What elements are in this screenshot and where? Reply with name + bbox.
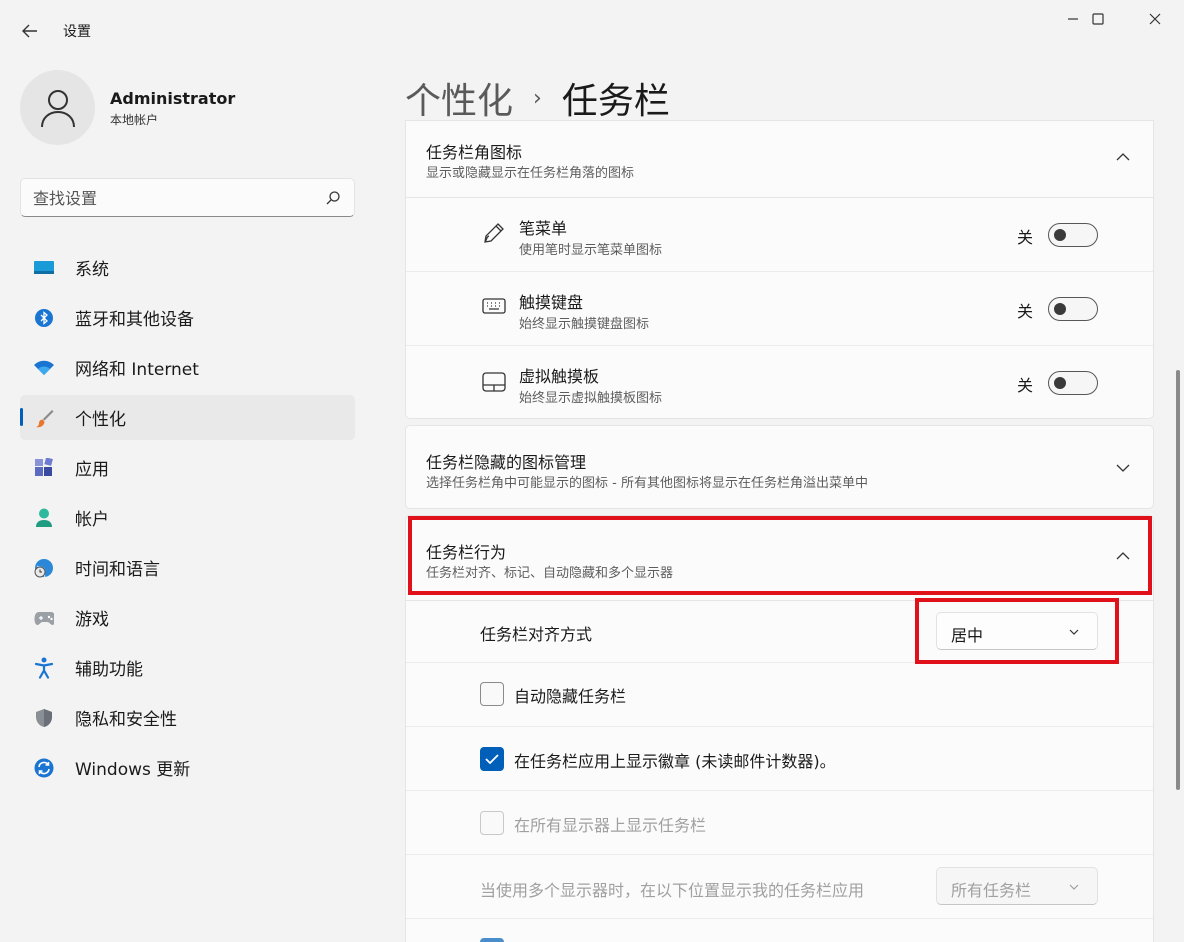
wifi-icon (34, 358, 54, 378)
corner-icons-header[interactable]: 任务栏角图标 显示或隐藏显示在任务栏角落的图标 (406, 121, 1153, 197)
sidebar-item-bluetooth[interactable]: 蓝牙和其他设备 (20, 295, 355, 340)
scrollbar[interactable] (1176, 370, 1180, 790)
sidebar-item-windows-update[interactable]: Windows 更新 (20, 745, 355, 790)
sidebar-item-time-language[interactable]: 时间和语言 (20, 545, 355, 590)
alignment-row: 任务栏对齐方式 居中 (406, 601, 1153, 662)
accessibility-icon (34, 657, 54, 679)
all-displays-row: 在所有显示器上显示任务栏 (406, 791, 1153, 854)
breadcrumb-parent[interactable]: 个性化 (405, 72, 513, 124)
touch-keyboard-state: 关 (1016, 302, 1033, 321)
update-icon (34, 758, 54, 778)
account-icon (34, 508, 54, 528)
touch-keyboard-title: 触摸键盘 (519, 293, 584, 312)
all-displays-label: 在所有显示器上显示任务栏 (514, 816, 707, 835)
chevron-up-icon (1116, 153, 1130, 161)
chevron-down-icon (1069, 629, 1079, 635)
multi-display-label: 当使用多个显示器时，在以下位置显示我的任务栏应用 (480, 881, 865, 900)
avatar[interactable] (20, 70, 95, 145)
hidden-icons-desc: 选择任务栏角中可能显示的图标 - 所有其他图标将显示在任务栏角溢出菜单中 (426, 476, 868, 491)
bluetooth-icon (34, 308, 54, 328)
badges-label: 在任务栏应用上显示徽章 (未读邮件计数器)。 (514, 752, 836, 771)
alignment-label: 任务栏对齐方式 (480, 625, 593, 644)
pen-menu-row: 笔菜单 使用笔时显示笔菜单图标 关 (406, 198, 1153, 271)
user-icon (40, 89, 75, 127)
sidebar-item-privacy[interactable]: 隐私和安全性 (20, 695, 355, 740)
sidebar-item-gaming[interactable]: 游戏 (20, 595, 355, 640)
virtual-touchpad-state: 关 (1016, 376, 1033, 395)
badges-checkbox[interactable] (480, 747, 504, 771)
maximize-button[interactable] (1075, 4, 1121, 34)
pen-menu-desc: 使用笔时显示笔菜单图标 (519, 243, 663, 258)
auto-hide-label: 自动隐藏任务栏 (514, 687, 627, 706)
badges-row: 在任务栏应用上显示徽章 (未读邮件计数器)。 (406, 727, 1153, 790)
checkmark-icon (485, 754, 499, 765)
sidebar-item-accounts[interactable]: 帐户 (20, 495, 355, 540)
sidebar-item-personalization[interactable]: 个性化 (20, 395, 355, 440)
multi-display-dropdown[interactable]: 所有任务栏 (936, 867, 1098, 905)
sidebar-item-apps[interactable]: 应用 (20, 445, 355, 490)
alignment-dropdown[interactable]: 居中 (936, 612, 1098, 650)
touch-keyboard-row: 触摸键盘 始终显示触摸键盘图标 关 (406, 272, 1153, 345)
pen-menu-title: 笔菜单 (519, 219, 568, 238)
account-type: 本地帐户 (110, 113, 159, 127)
brush-icon (34, 408, 54, 428)
touch-keyboard-desc: 始终显示触摸键盘图标 (519, 317, 650, 332)
close-icon (1149, 13, 1161, 25)
sidebar-nav: 系统 蓝牙和其他设备 网络和 Internet 个性化 应用 帐户 时间和语言 … (20, 245, 355, 795)
close-button[interactable] (1132, 4, 1178, 34)
all-displays-checkbox[interactable] (480, 811, 504, 835)
taskbar-behaviors-title: 任务栏行为 (426, 543, 507, 562)
next-option-checkbox[interactable] (480, 938, 504, 942)
sidebar-item-network[interactable]: 网络和 Internet (20, 345, 355, 390)
globe-clock-icon (34, 558, 54, 578)
hidden-icons-card[interactable]: 任务栏隐藏的图标管理 选择任务栏角中可能显示的图标 - 所有其他图标将显示在任务… (405, 425, 1154, 509)
search-icon[interactable] (324, 189, 342, 207)
user-name: Administrator (110, 89, 236, 108)
taskbar-behaviors-card: 任务栏行为 任务栏对齐、标记、自动隐藏和多个显示器 任务栏对齐方式 居中 自动隐… (405, 515, 1154, 942)
keyboard-icon (482, 298, 506, 314)
virtual-touchpad-row: 虚拟触摸板 始终显示虚拟触摸板图标 关 (406, 346, 1153, 419)
taskbar-behaviors-desc: 任务栏对齐、标记、自动隐藏和多个显示器 (426, 566, 674, 581)
search-input[interactable] (33, 187, 303, 209)
taskbar-behaviors-header[interactable]: 任务栏行为 任务栏对齐、标记、自动隐藏和多个显示器 (406, 516, 1153, 600)
pen-menu-toggle[interactable] (1048, 223, 1098, 247)
touch-keyboard-toggle[interactable] (1048, 297, 1098, 321)
breadcrumb: 个性化 › 任务栏 (405, 72, 670, 124)
page-title: 任务栏 (561, 81, 670, 122)
maximize-icon (1092, 13, 1104, 25)
search-box[interactable] (20, 178, 355, 217)
back-arrow-icon (22, 24, 37, 38)
pen-icon (484, 223, 504, 243)
multi-display-value: 所有任务栏 (951, 881, 1032, 900)
sidebar-item-system[interactable]: 系统 (20, 245, 355, 290)
breadcrumb-separator: › (533, 85, 542, 111)
alignment-value: 居中 (951, 626, 984, 645)
chevron-down-icon (1069, 884, 1079, 890)
gamepad-icon (34, 608, 54, 628)
hidden-icons-title: 任务栏隐藏的图标管理 (426, 453, 587, 472)
back-button[interactable] (14, 18, 46, 44)
auto-hide-checkbox[interactable] (480, 682, 504, 706)
virtual-touchpad-toggle[interactable] (1048, 371, 1098, 395)
virtual-touchpad-title: 虚拟触摸板 (519, 367, 600, 386)
corner-icons-title: 任务栏角图标 (426, 143, 523, 162)
corner-icons-card: 任务栏角图标 显示或隐藏显示在任务栏角落的图标 笔菜单 使用笔时显示笔菜单图标 … (405, 120, 1154, 419)
pen-menu-state: 关 (1016, 228, 1033, 247)
auto-hide-row: 自动隐藏任务栏 (406, 663, 1153, 726)
app-title: 设置 (63, 24, 91, 40)
touchpad-icon (482, 372, 506, 392)
multi-display-row: 当使用多个显示器时，在以下位置显示我的任务栏应用 所有任务栏 (406, 855, 1153, 918)
apps-icon (34, 458, 54, 478)
sidebar-item-accessibility[interactable]: 辅助功能 (20, 645, 355, 690)
chevron-up-icon (1116, 552, 1130, 560)
virtual-touchpad-desc: 始终显示虚拟触摸板图标 (519, 391, 663, 406)
corner-icons-desc: 显示或隐藏显示在任务栏角落的图标 (426, 166, 635, 181)
system-icon (34, 258, 54, 278)
shield-icon (34, 708, 54, 728)
chevron-down-icon (1116, 464, 1130, 472)
